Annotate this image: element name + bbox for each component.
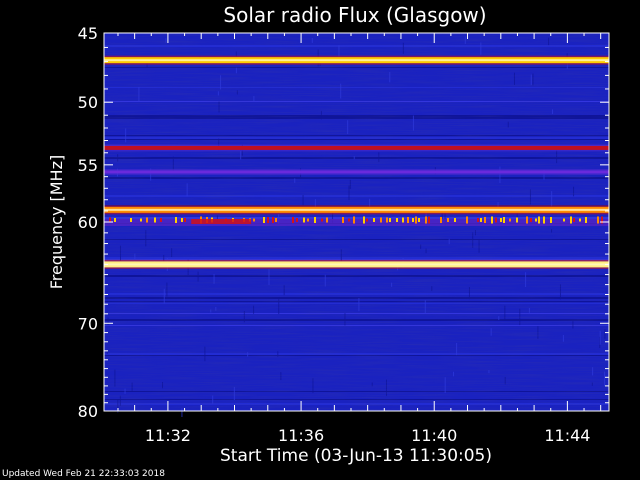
burst-mark: [550, 217, 552, 223]
y-axis-label: Frequency [MHz]: [47, 155, 66, 289]
burst-mark: [526, 216, 528, 224]
burst-mark: [543, 216, 545, 224]
burst-mark: [114, 218, 116, 222]
spectrogram-chart: Solar radio Flux (Glasgow) 455055607080 …: [47, 3, 610, 466]
burst-mark: [146, 217, 148, 223]
x-tick-label: 11:36: [278, 426, 324, 445]
burst-mark: [509, 218, 511, 222]
y-tick-label: 50: [78, 93, 98, 112]
burst-mark: [563, 218, 565, 222]
burst-mark: [402, 217, 404, 223]
burst-mark: [386, 217, 388, 223]
burst-mark: [428, 216, 430, 224]
burst-mark: [181, 218, 183, 222]
burst-mark: [292, 217, 294, 223]
burst-mark: [366, 218, 368, 222]
burst-mark: [466, 216, 468, 224]
burst-mark: [597, 216, 599, 224]
burst-mark: [373, 218, 375, 222]
burst-mark: [380, 217, 382, 223]
burst-mark: [253, 218, 255, 222]
burst-mark: [425, 216, 427, 224]
burst-mark: [275, 218, 277, 222]
burst-mark: [348, 218, 350, 222]
burst-mark: [415, 216, 417, 224]
burst-mark: [326, 217, 328, 223]
y-tick-label: 80: [78, 402, 98, 421]
burst-mark: [307, 218, 309, 222]
y-tick-label: 45: [78, 24, 98, 43]
burst-mark: [491, 216, 493, 224]
burst-mark: [477, 218, 479, 222]
x-axis-label: Start Time (03-Jun-13 11:30:05): [220, 446, 492, 466]
burst-mark: [585, 217, 587, 223]
y-tick-label: 60: [78, 213, 98, 232]
burst-mark: [389, 218, 391, 222]
burst-mark: [342, 217, 344, 223]
burst-mark: [516, 217, 518, 223]
burst-mark: [154, 217, 156, 223]
burst-mark: [303, 217, 305, 223]
burst-mark: [175, 217, 177, 223]
burst-mark: [440, 217, 442, 223]
burst-mark: [538, 216, 540, 224]
burst-mark: [480, 218, 482, 222]
chart-title: Solar radio Flux (Glasgow): [223, 3, 486, 27]
burst-mark: [296, 218, 298, 222]
burst-mark: [272, 217, 274, 223]
burst-mark: [573, 218, 575, 222]
burst-mark: [184, 218, 186, 222]
burst-mark: [321, 218, 323, 222]
burst-mark: [535, 218, 537, 222]
burst-mark: [454, 218, 456, 222]
burst-mark: [418, 218, 420, 222]
x-tick-label: 11:44: [544, 426, 590, 445]
burst-mark: [412, 218, 414, 222]
burst-mark: [495, 217, 497, 223]
burst-mark: [500, 218, 502, 222]
burst-mark: [484, 217, 486, 223]
x-tick-label: 11:40: [411, 426, 457, 445]
burst-mark: [267, 217, 269, 223]
burst-mark: [353, 216, 355, 224]
burst-mark: [160, 218, 162, 222]
y-tick-label: 55: [78, 156, 98, 175]
burst-mark: [447, 218, 449, 222]
burst-mark: [530, 218, 532, 222]
burst-mark: [503, 217, 505, 223]
burst-mark: [570, 216, 572, 224]
burst-mark: [363, 216, 365, 224]
update-timestamp: Updated Wed Feb 21 22:33:03 2018: [2, 469, 165, 479]
x-tick-label: 11:32: [145, 426, 191, 445]
burst-mark: [314, 217, 316, 223]
y-tick-label: 70: [78, 314, 98, 333]
burst-mark: [130, 218, 132, 222]
burst-mark: [396, 218, 398, 222]
burst-mark: [140, 218, 142, 222]
burst-mark: [579, 218, 581, 222]
band-53.6-mhz: [104, 145, 609, 150]
burst-mark: [263, 217, 265, 223]
burst-mark: [407, 217, 409, 223]
band-55.6-mhz: [104, 170, 609, 174]
